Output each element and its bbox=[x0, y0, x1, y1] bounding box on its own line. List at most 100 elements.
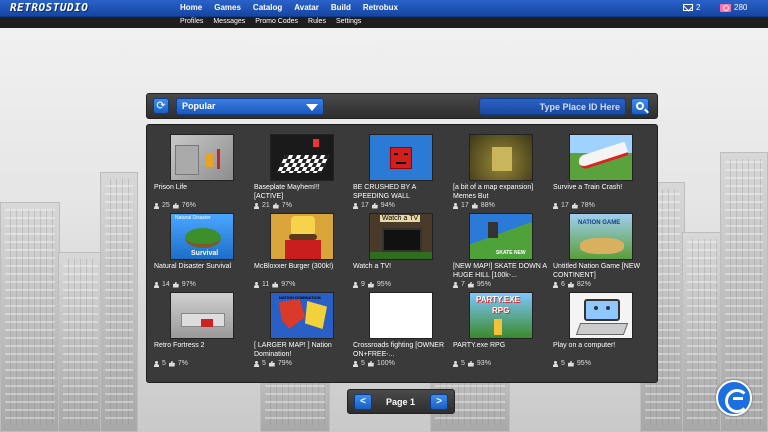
players-icon bbox=[353, 202, 358, 209]
game-thumbnail bbox=[569, 292, 633, 339]
rating: 79% bbox=[277, 360, 292, 367]
players-icon bbox=[254, 202, 259, 209]
game-thumbnail bbox=[270, 213, 334, 260]
game-card[interactable]: Natural Disaster Survival Natural Disast… bbox=[154, 213, 246, 291]
players-icon bbox=[154, 360, 159, 367]
page-label: Page 1 bbox=[386, 397, 416, 407]
game-card[interactable]: Retro Fortress 2 5 7% bbox=[154, 292, 246, 370]
subnav-profiles[interactable]: Profiles bbox=[180, 18, 203, 25]
player-count: 5 bbox=[361, 360, 365, 367]
game-title: [ LARGER MAP! ] Nation Domination! bbox=[254, 342, 332, 358]
subnav-messages[interactable]: Messages bbox=[213, 18, 245, 25]
nav-avatar[interactable]: Avatar bbox=[294, 3, 319, 12]
game-thumbnail bbox=[170, 134, 234, 181]
game-card[interactable]: NATION DOMINATION [ LARGER MAP! ] Nation… bbox=[254, 292, 346, 370]
subnav-promo-codes[interactable]: Promo Codes bbox=[255, 18, 298, 25]
game-card[interactable]: McBloxxer Burger (300k!) 11 97% bbox=[254, 213, 346, 291]
nav-build[interactable]: Build bbox=[331, 3, 351, 12]
players-icon bbox=[553, 360, 558, 367]
game-title: PARTY.exe RPG bbox=[453, 342, 506, 349]
game-stats: 14 97% bbox=[154, 281, 196, 288]
players-icon bbox=[353, 281, 358, 288]
rating: 76% bbox=[181, 202, 196, 209]
players-icon bbox=[154, 202, 159, 209]
nav-catalog[interactable]: Catalog bbox=[253, 3, 282, 12]
thumbs-up-icon bbox=[467, 360, 474, 367]
thumbs-up-icon bbox=[371, 202, 378, 209]
search-button[interactable] bbox=[631, 98, 649, 115]
main-nav: Home Games Catalog Avatar Build Retrobux bbox=[180, 3, 398, 12]
game-card[interactable]: [a bit of a map expansion] Memes But 17 … bbox=[453, 134, 545, 212]
site-logo[interactable]: RETROSTUDIO bbox=[10, 1, 88, 14]
player-count: 21 bbox=[262, 202, 270, 209]
rating: 7% bbox=[281, 202, 292, 209]
player-count: 25 bbox=[162, 202, 170, 209]
nav-games[interactable]: Games bbox=[214, 3, 241, 12]
rating: 95% bbox=[476, 281, 491, 288]
player-count: 9 bbox=[361, 281, 365, 288]
game-thumbnail bbox=[569, 134, 633, 181]
player-count: 6 bbox=[561, 281, 565, 288]
rating: 97% bbox=[281, 281, 296, 288]
players-icon bbox=[553, 281, 558, 288]
thumb-caption: SKATE NEW bbox=[496, 250, 526, 256]
game-card[interactable]: NATION GAME Untitled Nation Game [NEW CO… bbox=[553, 213, 645, 291]
game-card[interactable]: BE CRUSHED BY A SPEEDING WALL 17 94% bbox=[353, 134, 445, 212]
nav-retrobux[interactable]: Retrobux bbox=[363, 3, 398, 12]
game-card[interactable]: PARTY.EXE RPG PARTY.exe RPG 5 93% bbox=[453, 292, 545, 370]
thumbs-up-icon bbox=[367, 281, 374, 288]
game-card[interactable]: Baseplate Mayhem!!! [ACTIVE] 21 7% bbox=[254, 134, 346, 212]
thumb-caption: NATION DOMINATION bbox=[279, 295, 321, 300]
player-count: 7 bbox=[461, 281, 465, 288]
messages-counter[interactable]: 2 bbox=[683, 3, 700, 12]
thumbs-up-icon bbox=[471, 202, 478, 209]
thumb-caption: RPG bbox=[492, 306, 510, 315]
rating: 78% bbox=[580, 202, 595, 209]
place-id-input[interactable] bbox=[479, 98, 626, 115]
rating: 95% bbox=[376, 281, 391, 288]
game-title: Baseplate Mayhem!!! [ACTIVE] bbox=[254, 184, 320, 200]
players-icon bbox=[553, 202, 558, 209]
rating: 7% bbox=[177, 360, 189, 367]
player-count: 5 bbox=[461, 360, 465, 367]
game-card[interactable]: Watch a TV Watch a TV! 9 95% bbox=[353, 213, 445, 291]
refresh-button[interactable]: ⟳ bbox=[153, 98, 169, 114]
players-icon bbox=[353, 360, 358, 367]
game-card[interactable]: Play on a computer! 5 95% bbox=[553, 292, 645, 370]
nav-home[interactable]: Home bbox=[180, 3, 202, 12]
game-stats: 6 82% bbox=[553, 281, 591, 288]
thumb-caption: Watch a TV bbox=[380, 215, 421, 222]
game-stats: 11 97% bbox=[254, 281, 295, 288]
sort-dropdown[interactable]: Popular bbox=[176, 98, 324, 115]
players-icon bbox=[453, 360, 458, 367]
thumb-caption: Survival bbox=[191, 250, 219, 257]
game-card[interactable]: Prison Life 25 76% bbox=[154, 134, 246, 212]
subnav-settings[interactable]: Settings bbox=[336, 18, 361, 25]
prev-page-button[interactable]: < bbox=[354, 394, 372, 410]
rating: 94% bbox=[380, 202, 395, 209]
rating: 93% bbox=[476, 360, 491, 367]
rating: 82% bbox=[576, 281, 591, 288]
game-card[interactable]: Survive a Train Crash! 17 78% bbox=[553, 134, 645, 212]
thumbs-up-icon bbox=[168, 360, 175, 367]
player-count: 17 bbox=[461, 202, 469, 209]
games-grid: Prison Life 25 76% Baseplate Mayhem!!! [… bbox=[146, 124, 658, 383]
subnav-rules[interactable]: Rules bbox=[308, 18, 326, 25]
game-card[interactable]: Crossroads fighting [OWNER ON+FREE-... 5… bbox=[353, 292, 445, 370]
game-thumbnail bbox=[369, 292, 433, 339]
next-page-button[interactable]: > bbox=[430, 394, 448, 410]
game-title: McBloxxer Burger (300k!) bbox=[254, 263, 334, 270]
games-toolbar: ⟳ Popular bbox=[146, 93, 658, 119]
player-count: 5 bbox=[561, 360, 565, 367]
currency-counter[interactable]: 280 bbox=[720, 3, 747, 12]
game-stats: 5 93% bbox=[453, 360, 491, 367]
rating: 100% bbox=[376, 360, 395, 367]
thumbs-up-icon bbox=[268, 360, 275, 367]
messages-count: 2 bbox=[696, 3, 701, 12]
game-card[interactable]: SKATE NEW [NEW MAP!] SKATE DOWN A HUGE H… bbox=[453, 213, 547, 291]
game-stats: 21 7% bbox=[254, 202, 292, 209]
game-stats: 5 100% bbox=[353, 360, 395, 367]
players-icon bbox=[154, 281, 159, 288]
cash-icon bbox=[720, 3, 731, 12]
game-stats: 17 78% bbox=[553, 202, 595, 209]
